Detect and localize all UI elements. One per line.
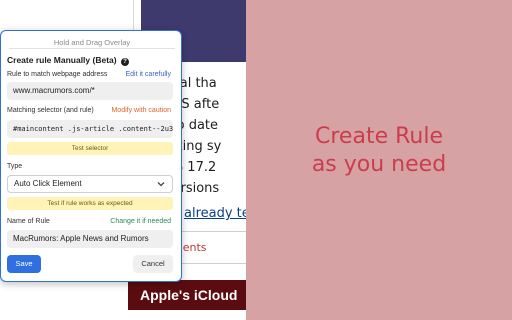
selector-input[interactable]: #maincontent .js-article .content--2u3g (7, 120, 173, 138)
test-rule-button[interactable]: Test if rule works as expected (7, 197, 173, 210)
type-label: Type (7, 163, 23, 170)
promo-headline-line2: as you need (311, 152, 447, 177)
article-link[interactable]: already tes (184, 206, 246, 221)
rule-name-hint: Change it if needed (110, 218, 171, 225)
rule-overlay-panel[interactable]: Hold and Drag Overlay Create rule Manual… (0, 30, 182, 282)
rule-name-input[interactable]: MacRumors: Apple News and Rumors (7, 230, 173, 248)
background-divider (133, 0, 134, 30)
url-rule-hint: Edit it carefully (125, 71, 171, 78)
type-select-value: Auto Click Element (14, 179, 82, 188)
question-circle-icon[interactable]: ? (120, 58, 129, 66)
save-button[interactable]: Save (7, 255, 41, 273)
url-rule-label: Rule to match webpage address (7, 71, 108, 78)
test-selector-button[interactable]: Test selector (7, 142, 173, 155)
type-select[interactable]: Auto Click Element (7, 175, 173, 193)
cancel-button[interactable]: Cancel (133, 255, 173, 273)
panel-heading: Create rule Manually (Beta) ? (7, 55, 129, 66)
promo-headline-line1: Create Rule (315, 124, 443, 149)
rule-name-label: Name of Rule (7, 218, 50, 225)
promo-panel: Create Rule as you need (246, 0, 512, 320)
drag-handle-title[interactable]: Hold and Drag Overlay (1, 38, 183, 47)
url-rule-input[interactable]: www.macrumors.com/* (7, 82, 173, 100)
chevron-down-icon (157, 182, 165, 187)
selector-hint: Modify with caution (111, 107, 171, 114)
selector-label: Matching selector (and rule) (7, 107, 94, 114)
title-divider (9, 48, 175, 49)
panel-heading-text: Create rule Manually (Beta) (7, 55, 117, 65)
article-banner-title[interactable]: Apple's iCloud (140, 287, 237, 303)
